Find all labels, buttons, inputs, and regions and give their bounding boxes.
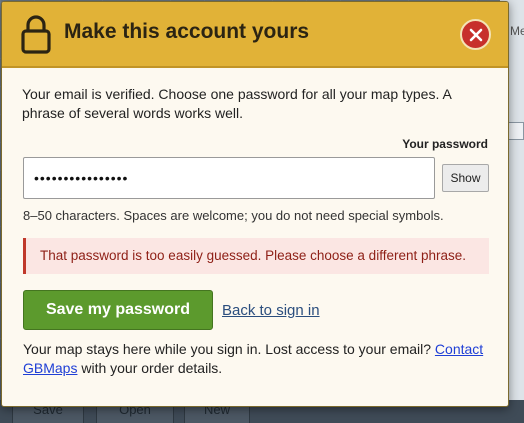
account-dialog: Make this account yours Your email is ve… — [1, 1, 509, 407]
map-icon — [508, 122, 524, 140]
footer-text: Your map stays here while you sign in. L… — [23, 341, 432, 357]
background-tab-label: Mes — [510, 24, 524, 38]
padlock-icon — [20, 14, 52, 54]
close-button[interactable] — [460, 19, 491, 50]
back-to-sign-in-link[interactable]: Back to sign in — [222, 302, 320, 319]
show-password-button[interactable]: Show — [442, 164, 489, 192]
close-icon — [469, 28, 483, 42]
footer-text-end: with your order details. — [81, 360, 223, 376]
footer-note: Your map stays here while you sign in. L… — [23, 340, 493, 378]
error-message-box: That password is too easily guessed. Ple… — [23, 238, 489, 274]
password-hint: 8–50 characters. Spaces are welcome; you… — [23, 208, 444, 223]
dialog-header: Make this account yours — [2, 2, 508, 68]
intro-text: Your email is verified. Choose one passw… — [22, 86, 452, 121]
save-password-button[interactable]: Save my password — [23, 290, 213, 330]
password-field[interactable] — [23, 157, 435, 199]
dialog-title: Make this account yours — [64, 20, 310, 43]
error-message: That password is too easily guessed. Ple… — [40, 248, 467, 263]
password-label: Your password — [402, 137, 488, 151]
